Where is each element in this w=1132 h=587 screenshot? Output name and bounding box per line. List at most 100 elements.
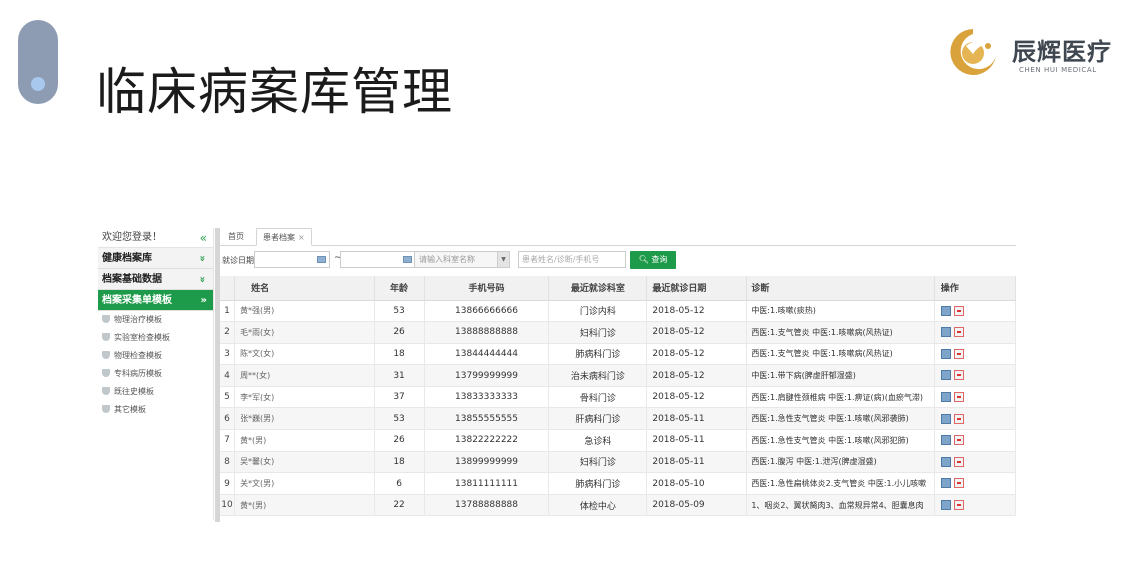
sidebar-item-specialty-template[interactable]: 专科病历模板 (98, 365, 213, 383)
query-button[interactable]: 🔍︎ 查询 (630, 251, 676, 269)
view-record-icon[interactable] (940, 478, 951, 489)
calendar-icon[interactable] (403, 256, 412, 263)
column-header[interactable]: 姓名 (234, 276, 375, 301)
row-index: 1 (220, 300, 236, 323)
delete-record-icon[interactable] (953, 435, 964, 446)
view-record-icon[interactable] (940, 413, 951, 424)
view-record-icon[interactable] (940, 370, 951, 381)
slide-title: 临床病案库管理 (96, 63, 453, 121)
query-button-label: 查询 (651, 255, 668, 264)
chevron-right-icon: » (200, 295, 207, 306)
view-record-icon[interactable] (940, 348, 951, 359)
tab-home[interactable]: 首页 (222, 228, 250, 246)
sidebar-item-physical-exam-template[interactable]: 物理检查模板 (98, 347, 213, 365)
table-row[interactable]: 10 黄*(男) 22 13788888888 体检中心 2018-05-09 … (220, 494, 1017, 517)
end-date-input[interactable] (340, 251, 416, 268)
brand-logo: 辰辉医疗 CHEN HUI MEDICAL (946, 26, 1126, 78)
flask-icon (102, 387, 110, 395)
sidebar-section-health-records[interactable]: 健康档案库 » (98, 248, 213, 269)
tab-patient-records[interactable]: 患者档案 × (256, 228, 312, 246)
sidebar-item-label: 物理治疗模板 (114, 315, 162, 324)
delete-record-icon[interactable] (953, 305, 964, 316)
decorative-pill (18, 20, 58, 104)
table-row[interactable]: 8 吴*馨(女) 18 13899999999 妇科门诊 2018-05-11 … (220, 451, 1017, 474)
delete-record-icon[interactable] (953, 478, 964, 489)
chevron-down-icon: » (196, 276, 208, 283)
table-row[interactable]: 5 李*军(女) 37 13833333333 骨科门诊 2018-05-12 … (220, 386, 1017, 409)
delete-record-icon[interactable] (953, 413, 964, 424)
diagnosis: 中医:1.咳嗽(痰热) (746, 300, 935, 323)
last-visit-date: 2018-05-11 (646, 429, 748, 452)
row-actions (934, 407, 1017, 431)
column-header[interactable]: 手机号码 (424, 276, 550, 301)
sidebar-section-templates[interactable]: 档案采集单模板 » (98, 290, 213, 311)
collapse-sidebar-icon[interactable]: « (200, 228, 207, 248)
sidebar-section-label: 档案基础数据 (102, 274, 162, 285)
delete-record-icon[interactable] (953, 370, 964, 381)
patient-name: 毛*雨(女) (234, 321, 375, 344)
sidebar-item-history-template[interactable]: 既往史模板 (98, 383, 213, 401)
calendar-icon[interactable] (317, 256, 326, 263)
delete-record-icon[interactable] (953, 456, 964, 467)
column-header[interactable]: 最近就诊日期 (646, 276, 748, 301)
row-index: 5 (220, 386, 236, 409)
sidebar-item-lab-template[interactable]: 实验室检查模板 (98, 329, 213, 347)
patient-phone: 13888888888 (424, 321, 550, 344)
close-icon[interactable]: × (298, 233, 305, 242)
flask-icon (102, 351, 110, 359)
last-department: 骨科门诊 (548, 386, 648, 409)
patient-age: 53 (374, 407, 425, 431)
table-row[interactable]: 6 张*巍(男) 53 13855555555 肝病科门诊 2018-05-11… (220, 407, 1017, 431)
view-record-icon[interactable] (940, 456, 951, 467)
table-row[interactable]: 3 陈*文(女) 18 13844444444 肺病科门诊 2018-05-12… (220, 343, 1017, 366)
delete-record-icon[interactable] (953, 327, 964, 338)
diagnosis: 1、咽炎2、翼状胬肉3、血常规异常4、胆囊息肉 (746, 494, 935, 517)
delete-record-icon[interactable] (953, 391, 964, 402)
delete-record-icon[interactable] (953, 499, 964, 510)
patient-phone: 13855555555 (424, 407, 550, 431)
table-row[interactable]: 1 黄*强(男) 53 13866666666 门诊内科 2018-05-12 … (220, 300, 1017, 323)
patient-name: 陈*文(女) (234, 343, 375, 366)
patient-age: 37 (374, 386, 425, 409)
sidebar-section-basic-data[interactable]: 档案基础数据 » (98, 269, 213, 290)
sidebar-item-other-template[interactable]: 其它模板 (98, 401, 213, 419)
view-record-icon[interactable] (940, 391, 951, 402)
department-select[interactable]: 请输入科室名称 ▼ (414, 251, 510, 268)
column-header[interactable]: 年龄 (374, 276, 425, 301)
column-header[interactable]: 诊断 (746, 276, 935, 301)
last-department: 门诊内科 (548, 300, 648, 323)
sidebar-item-physio-template[interactable]: 物理治疗模板 (98, 311, 213, 329)
view-record-icon[interactable] (940, 435, 951, 446)
row-actions (934, 472, 1017, 495)
table-row[interactable]: 2 毛*雨(女) 26 13888888888 妇科门诊 2018-05-12 … (220, 321, 1017, 344)
sidebar-item-label: 专科病历模板 (114, 369, 162, 378)
row-index: 6 (220, 407, 236, 431)
patient-age: 22 (374, 494, 425, 517)
table-row[interactable]: 7 黄*(男) 26 13822222222 急诊科 2018-05-11 西医… (220, 429, 1017, 452)
last-department: 体检中心 (548, 494, 648, 517)
diagnosis: 西医:1.支气管炎 中医:1.咳嗽病(风热证) (746, 321, 935, 344)
view-record-icon[interactable] (940, 499, 951, 510)
diagnosis: 西医:1.急性支气管炎 中医:1.咳嗽(风邪犯肺) (746, 429, 935, 452)
table-row[interactable]: 9 关*文(男) 6 13811111111 肺病科门诊 2018-05-10 … (220, 472, 1017, 495)
patient-phone: 13833333333 (424, 386, 550, 409)
search-input[interactable]: 患者姓名/诊断/手机号 (518, 251, 626, 268)
tab-label: 患者档案 (263, 233, 295, 242)
patient-name: 黄*(男) (234, 429, 375, 452)
sidebar-item-label: 实验室检查模板 (114, 333, 170, 342)
table-row[interactable]: 4 周**(女) 31 13799999999 治未病科门诊 2018-05-1… (220, 364, 1017, 387)
column-header[interactable]: 最近就诊科室 (548, 276, 648, 301)
start-date-input[interactable] (254, 251, 330, 268)
sidebar: 欢迎您登录！ « 健康档案库 » 档案基础数据 » 档案采集单模板 » 物理治疗… (98, 228, 214, 520)
patient-name: 关*文(男) (234, 472, 375, 495)
patient-phone: 13899999999 (424, 451, 550, 474)
diagnosis: 西医:1.腹泻 中医:1.泄泻(脾虚湿盛) (746, 451, 935, 474)
delete-record-icon[interactable] (953, 348, 964, 359)
chevron-down-icon[interactable]: ▼ (497, 252, 509, 267)
sidebar-item-label: 物理检查模板 (114, 351, 162, 360)
view-record-icon[interactable] (940, 327, 951, 338)
sidebar-item-label: 既往史模板 (114, 387, 154, 396)
last-visit-date: 2018-05-12 (646, 364, 748, 387)
view-record-icon[interactable] (940, 305, 951, 316)
patient-phone: 13822222222 (424, 429, 550, 452)
